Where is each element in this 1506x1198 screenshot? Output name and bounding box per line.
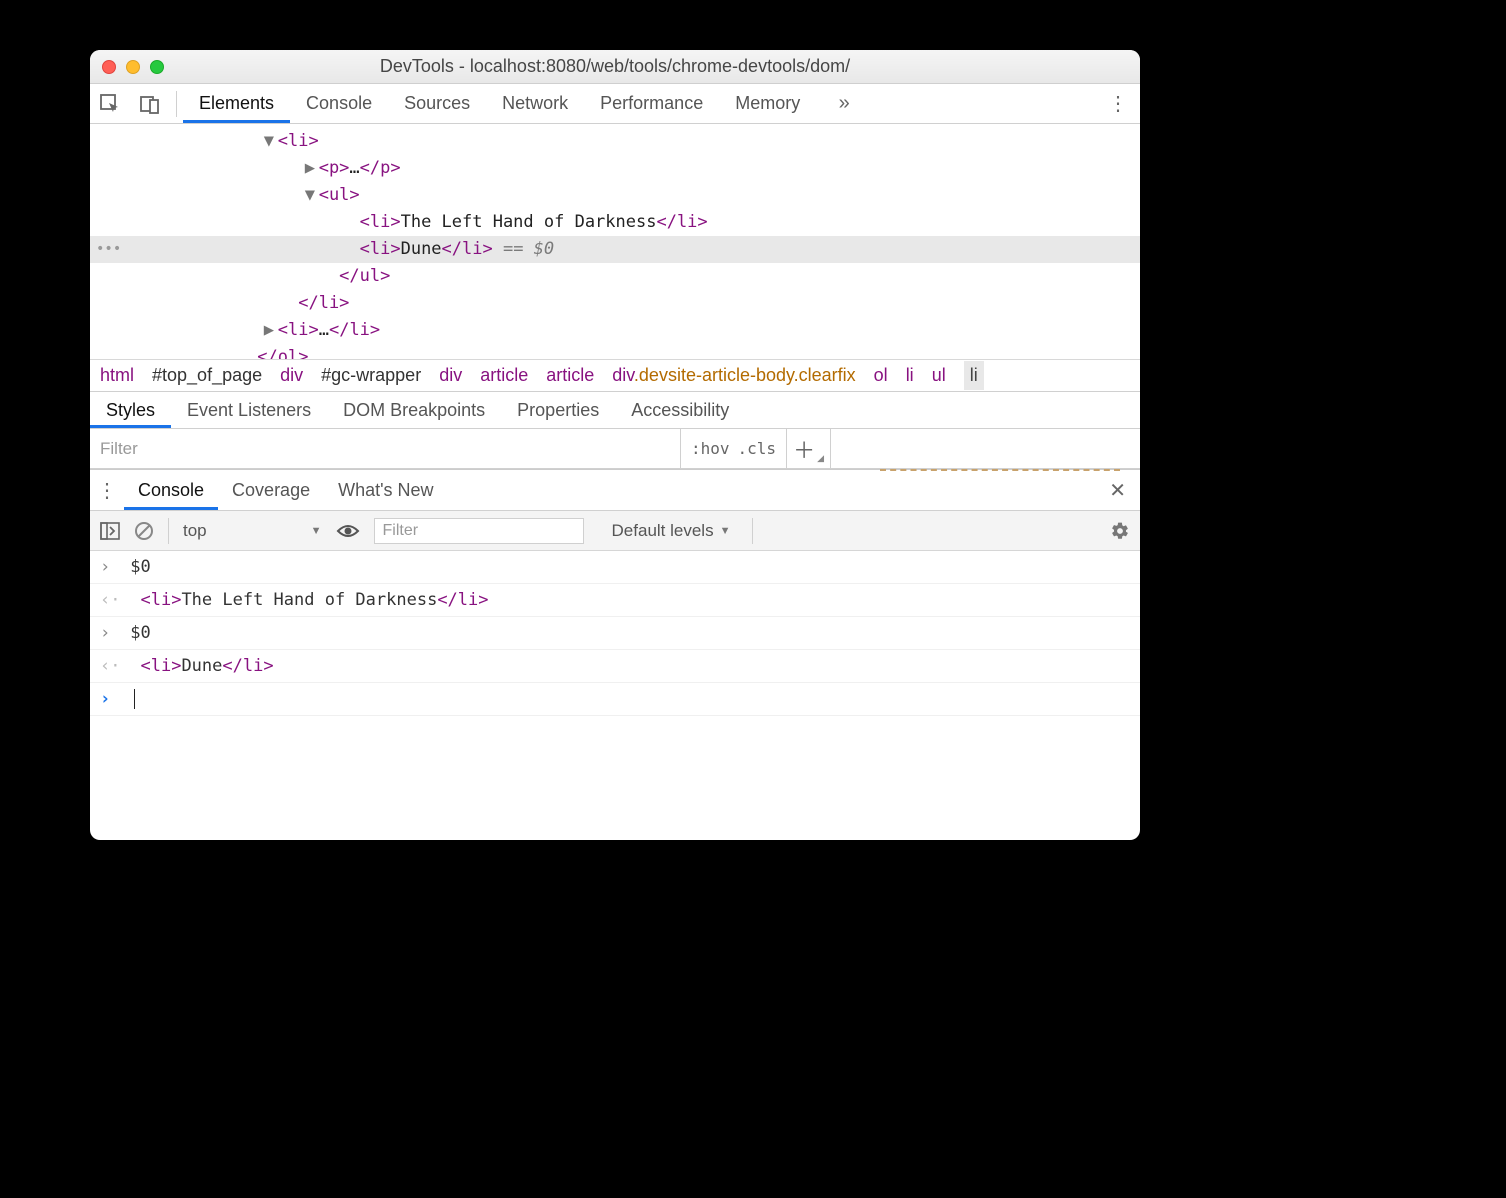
computed-panel-preview: [830, 429, 1140, 468]
dom-tree-row[interactable]: </ol>: [90, 344, 1140, 359]
drawer-tab-what-s-new[interactable]: What's New: [324, 470, 447, 510]
main-toolbar: ElementsConsoleSourcesNetworkPerformance…: [90, 84, 1140, 124]
live-expression-icon[interactable]: [336, 523, 360, 539]
elements-tree[interactable]: ▼<li> ▶<p>…</p> ▼<ul> <li>The Left Hand …: [90, 124, 1140, 359]
styles-tab-accessibility[interactable]: Accessibility: [615, 392, 745, 428]
execution-context-select[interactable]: top ▼: [168, 518, 322, 544]
drawer-close-button[interactable]: ✕: [1095, 470, 1140, 510]
styles-tab-event-listeners[interactable]: Event Listeners: [171, 392, 327, 428]
breadcrumb-item[interactable]: article: [480, 365, 528, 386]
console-sidebar-toggle-icon[interactable]: [100, 522, 120, 540]
breadcrumb-item[interactable]: li: [964, 361, 984, 390]
styles-filter-input[interactable]: [90, 429, 680, 468]
styles-tab-properties[interactable]: Properties: [501, 392, 615, 428]
console-input-row: › $0: [90, 617, 1140, 650]
drawer-header: ⋮ ConsoleCoverageWhat's New ✕: [90, 469, 1140, 511]
hov-cls-toggles: :hov .cls: [680, 429, 786, 468]
breadcrumb-item[interactable]: li: [906, 365, 914, 386]
dom-tree-row[interactable]: </ul>: [90, 263, 1140, 290]
breadcrumb-item[interactable]: html: [100, 365, 134, 386]
console-output[interactable]: › $0‹· <li>The Left Hand of Darkness</li…: [90, 551, 1140, 840]
breadcrumb-item[interactable]: article: [546, 365, 594, 386]
titlebar: DevTools - localhost:8080/web/tools/chro…: [90, 50, 1140, 84]
new-style-rule-button[interactable]: ＋ ◢: [786, 429, 830, 468]
hov-toggle[interactable]: :hov: [691, 439, 730, 458]
console-output-row: ‹· <li>Dune</li>: [90, 650, 1140, 683]
drawer-tabs: ConsoleCoverageWhat's New: [124, 470, 448, 510]
console-prompt-row[interactable]: ›: [90, 683, 1140, 716]
execution-context-label: top: [183, 521, 207, 541]
tab-memory[interactable]: Memory: [719, 84, 816, 123]
console-toolbar: top ▼ Default levels ▼: [90, 511, 1140, 551]
drawer-tab-coverage[interactable]: Coverage: [218, 470, 324, 510]
separator: [752, 518, 753, 544]
console-output-row: ‹· <li>The Left Hand of Darkness</li>: [90, 584, 1140, 617]
breadcrumb-item[interactable]: #top_of_page: [152, 365, 262, 386]
dom-tree-row[interactable]: ▶<li>…</li>: [90, 317, 1140, 344]
drawer-tab-console[interactable]: Console: [124, 470, 218, 510]
dom-tree-row[interactable]: <li>The Left Hand of Darkness</li>: [90, 209, 1140, 236]
overflow-tabs-button[interactable]: »: [824, 84, 864, 123]
main-tabs: ElementsConsoleSourcesNetworkPerformance…: [183, 84, 816, 123]
console-settings-icon[interactable]: [1110, 521, 1130, 541]
dropdown-triangle-icon: ▼: [720, 525, 731, 537]
cls-toggle[interactable]: .cls: [738, 439, 777, 458]
log-levels-select[interactable]: Default levels ▼: [612, 521, 731, 541]
styles-filter-bar: :hov .cls ＋ ◢: [90, 429, 1140, 469]
breadcrumb-item[interactable]: #gc-wrapper: [321, 365, 421, 386]
window-title: DevTools - localhost:8080/web/tools/chro…: [90, 56, 1140, 77]
dom-tree-row[interactable]: ▶<p>…</p>: [90, 155, 1140, 182]
breadcrumb-item[interactable]: div.devsite-article-body.clearfix: [612, 365, 855, 386]
dom-tree-row[interactable]: ▼<li>: [90, 128, 1140, 155]
log-levels-label: Default levels: [612, 521, 714, 541]
tab-sources[interactable]: Sources: [388, 84, 486, 123]
console-filter-input[interactable]: [374, 518, 584, 544]
styles-tab-dom-breakpoints[interactable]: DOM Breakpoints: [327, 392, 501, 428]
styles-tabs: StylesEvent ListenersDOM BreakpointsProp…: [90, 391, 1140, 429]
box-model-margin-outline: [880, 469, 1120, 471]
styles-tab-styles[interactable]: Styles: [90, 392, 171, 428]
dom-tree-row[interactable]: ▼<ul>: [90, 182, 1140, 209]
clear-console-icon[interactable]: [134, 521, 154, 541]
breadcrumb-item[interactable]: div: [439, 365, 462, 386]
inspect-element-icon[interactable]: [90, 84, 130, 123]
breadcrumb-item[interactable]: ol: [874, 365, 888, 386]
devtools-window: DevTools - localhost:8080/web/tools/chro…: [90, 50, 1140, 840]
dom-tree-row[interactable]: </li>: [90, 290, 1140, 317]
tab-elements[interactable]: Elements: [183, 84, 290, 123]
console-input-row: › $0: [90, 551, 1140, 584]
tab-network[interactable]: Network: [486, 84, 584, 123]
drawer-menu-button[interactable]: ⋮: [90, 470, 124, 510]
settings-menu-button[interactable]: ⋮: [1108, 91, 1128, 116]
device-toolbar-icon[interactable]: [130, 84, 170, 123]
tab-performance[interactable]: Performance: [584, 84, 719, 123]
breadcrumb-item[interactable]: ul: [932, 365, 946, 386]
separator: [176, 91, 177, 117]
dom-breadcrumb[interactable]: html #top_of_page div #gc-wrapper div article…: [90, 359, 1140, 391]
dom-tree-row[interactable]: <li>Dune</li> == $0: [90, 236, 1140, 263]
breadcrumb-item[interactable]: div: [280, 365, 303, 386]
tab-console[interactable]: Console: [290, 84, 388, 123]
dropdown-triangle-icon: ▼: [311, 525, 322, 537]
